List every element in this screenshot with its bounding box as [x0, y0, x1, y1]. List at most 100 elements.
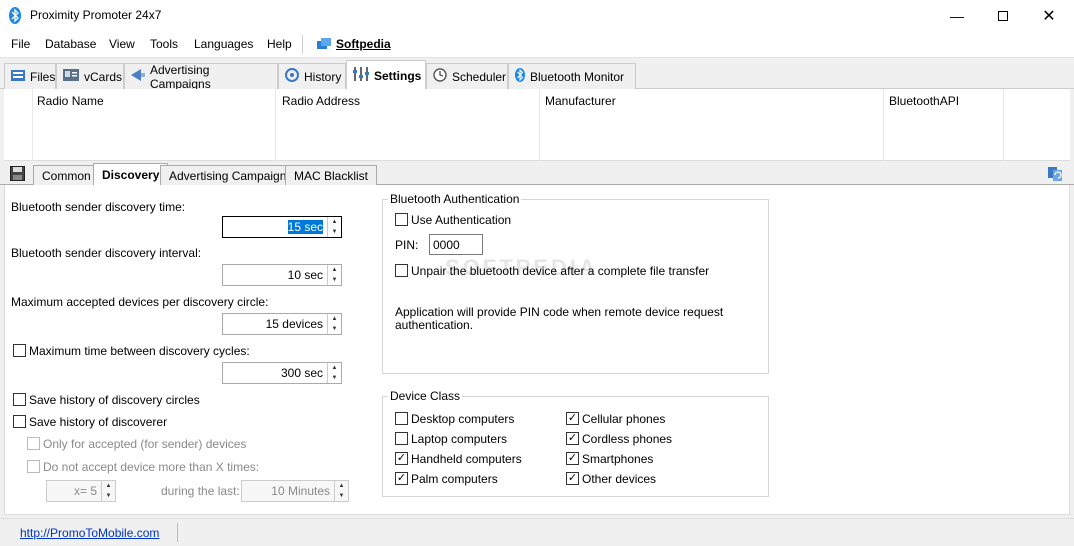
menu-languages[interactable]: Languages — [194, 37, 253, 51]
subtab-advertising-campaign[interactable]: Advertising Campaign — [160, 165, 296, 185]
device-class-checkbox[interactable]: ✓ — [566, 472, 579, 485]
spinner-down-icon[interactable]: ▼ — [102, 491, 115, 501]
device-class-checkbox[interactable] — [395, 432, 408, 445]
campaigns-icon — [131, 69, 145, 84]
menu-tools[interactable]: Tools — [150, 37, 178, 51]
pin-label: PIN: — [395, 238, 419, 252]
vcards-icon — [63, 69, 79, 84]
scheduler-icon — [433, 68, 447, 85]
no-more-than-checkbox[interactable] — [27, 460, 40, 473]
bluetooth-authentication-title: Bluetooth Authentication — [388, 192, 522, 206]
softpedia-link[interactable]: Softpedia — [336, 37, 391, 51]
column-radio-address[interactable]: Radio Address — [276, 89, 540, 161]
save-discoverer-checkbox[interactable] — [13, 415, 26, 428]
unpair-checkbox[interactable] — [395, 264, 408, 277]
tab-bluetooth-monitor[interactable]: Bluetooth Monitor — [508, 63, 636, 89]
only-accepted-label: Only for accepted (for sender) devices — [43, 437, 247, 451]
spinner-up-icon[interactable]: ▲ — [328, 265, 341, 275]
max-time-label: Maximum time between discovery cycles: — [29, 344, 250, 358]
tab-files[interactable]: Files — [4, 63, 56, 89]
device-class-checkbox[interactable]: ✓ — [566, 412, 579, 425]
main-tab-bar: Files vCards Advertising Campaigns Histo… — [0, 58, 1074, 91]
status-separator — [177, 523, 178, 542]
tab-vcards[interactable]: vCards — [56, 63, 124, 89]
menu-file[interactable]: File — [11, 37, 30, 51]
sender-time-spinner[interactable]: 15 sec ▲ ▼ — [222, 216, 342, 238]
use-authentication-checkbox[interactable] — [395, 213, 408, 226]
subtab-mac-blacklist[interactable]: MAC Blacklist — [285, 165, 378, 185]
settings-icon — [353, 67, 369, 84]
device-class-label: Other devices — [582, 472, 657, 486]
save-icon[interactable] — [10, 166, 25, 181]
bluetooth-monitor-icon — [515, 68, 525, 85]
spinner-down-icon[interactable]: ▼ — [328, 373, 341, 383]
tab-advertising-campaigns[interactable]: Advertising Campaigns — [124, 63, 278, 91]
spinner-up-icon[interactable]: ▲ — [335, 481, 348, 491]
device-class-checkbox[interactable]: ✓ — [395, 452, 408, 465]
sender-time-label: Bluetooth sender discovery time: — [11, 200, 186, 214]
minimize-button[interactable]: — — [934, 0, 980, 31]
device-class-checkbox[interactable]: ✓ — [395, 472, 408, 485]
table-row-indicator-column — [4, 89, 33, 161]
spinner-up-icon[interactable]: ▲ — [328, 363, 341, 373]
max-devices-value: 15 devices — [265, 317, 323, 331]
tab-scheduler-label: Scheduler — [452, 69, 507, 84]
menu-view[interactable]: View — [109, 37, 135, 51]
minutes-spinner[interactable]: 10 Minutes ▲ ▼ — [241, 480, 349, 502]
save-circles-checkbox[interactable] — [13, 393, 26, 406]
auth-note-line2: authentication. — [395, 318, 474, 332]
tab-scheduler[interactable]: Scheduler — [426, 63, 508, 89]
device-class-checkbox[interactable]: ✓ — [566, 432, 579, 445]
spinner-up-icon[interactable]: ▲ — [328, 314, 341, 324]
history-icon — [285, 68, 299, 85]
files-icon — [11, 69, 25, 84]
device-class-label: Cordless phones — [582, 432, 673, 446]
device-class-checkbox[interactable]: ✓ — [566, 452, 579, 465]
minutes-value: 10 Minutes — [271, 484, 330, 498]
spinner-down-icon[interactable]: ▼ — [335, 491, 348, 501]
spinner-up-icon[interactable]: ▲ — [102, 481, 115, 491]
sender-interval-value: 10 sec — [287, 268, 323, 282]
auth-note-line1: Application will provide PIN code when r… — [395, 305, 724, 319]
tab-settings[interactable]: Settings — [346, 60, 426, 90]
unpair-label: Unpair the bluetooth device after a comp… — [411, 264, 710, 278]
subtab-discovery[interactable]: Discovery — [93, 163, 169, 186]
max-time-spinner[interactable]: 300 sec ▲ ▼ — [222, 362, 342, 384]
discovery-panel: SOFTPEDIA Bluetooth sender discovery tim… — [4, 185, 1070, 515]
bluetooth-authentication-group: Bluetooth Authentication Use Authenticat… — [382, 192, 769, 374]
only-accepted-checkbox[interactable] — [27, 437, 40, 450]
device-class-label: Handheld computers — [411, 452, 522, 466]
column-bluetooth-api[interactable]: BluetoothAPI — [884, 89, 1004, 161]
column-manufacturer[interactable]: Manufacturer — [540, 89, 884, 161]
menu-database[interactable]: Database — [45, 37, 96, 51]
maximize-button[interactable] — [980, 0, 1026, 31]
spinner-up-icon[interactable]: ▲ — [328, 217, 341, 227]
sender-time-value: 15 sec — [287, 220, 323, 234]
sender-interval-label: Bluetooth sender discovery interval: — [11, 246, 202, 260]
menu-help[interactable]: Help — [267, 37, 292, 51]
menu-separator — [302, 35, 303, 54]
tab-history[interactable]: History — [278, 63, 346, 89]
subtab-common[interactable]: Common — [33, 165, 100, 185]
spinner-down-icon[interactable]: ▼ — [328, 275, 341, 285]
radio-table[interactable]: Radio Name Radio Address Manufacturer Bl… — [4, 89, 1070, 161]
max-devices-spinner[interactable]: 15 devices ▲ ▼ — [222, 313, 342, 335]
menu-bar: File Database View Tools Languages Help … — [0, 31, 1074, 58]
promotomobile-link[interactable]: http://PromoToMobile.com — [20, 526, 159, 540]
pin-input[interactable]: 0000 — [429, 234, 483, 255]
refresh-icon[interactable] — [1047, 166, 1063, 182]
device-class-label: Smartphones — [582, 452, 654, 466]
status-bar: http://PromoToMobile.com — [0, 518, 1074, 546]
close-button[interactable]: ✕ — [1026, 0, 1072, 31]
x-times-spinner[interactable]: x= 5 ▲ ▼ — [46, 480, 116, 502]
device-class-title: Device Class — [388, 389, 463, 403]
spinner-down-icon[interactable]: ▼ — [328, 324, 341, 334]
no-more-than-label: Do not accept device more than X times: — [43, 460, 260, 474]
max-time-checkbox[interactable] — [13, 344, 26, 357]
spinner-down-icon[interactable]: ▼ — [328, 227, 341, 237]
tab-settings-label: Settings — [374, 68, 422, 83]
device-class-checkbox[interactable] — [395, 412, 408, 425]
title-bar: Proximity Promoter 24x7 — ✕ — [0, 0, 1074, 31]
column-radio-name[interactable]: Radio Name — [33, 89, 276, 161]
sender-interval-spinner[interactable]: 10 sec ▲ ▼ — [222, 264, 342, 286]
